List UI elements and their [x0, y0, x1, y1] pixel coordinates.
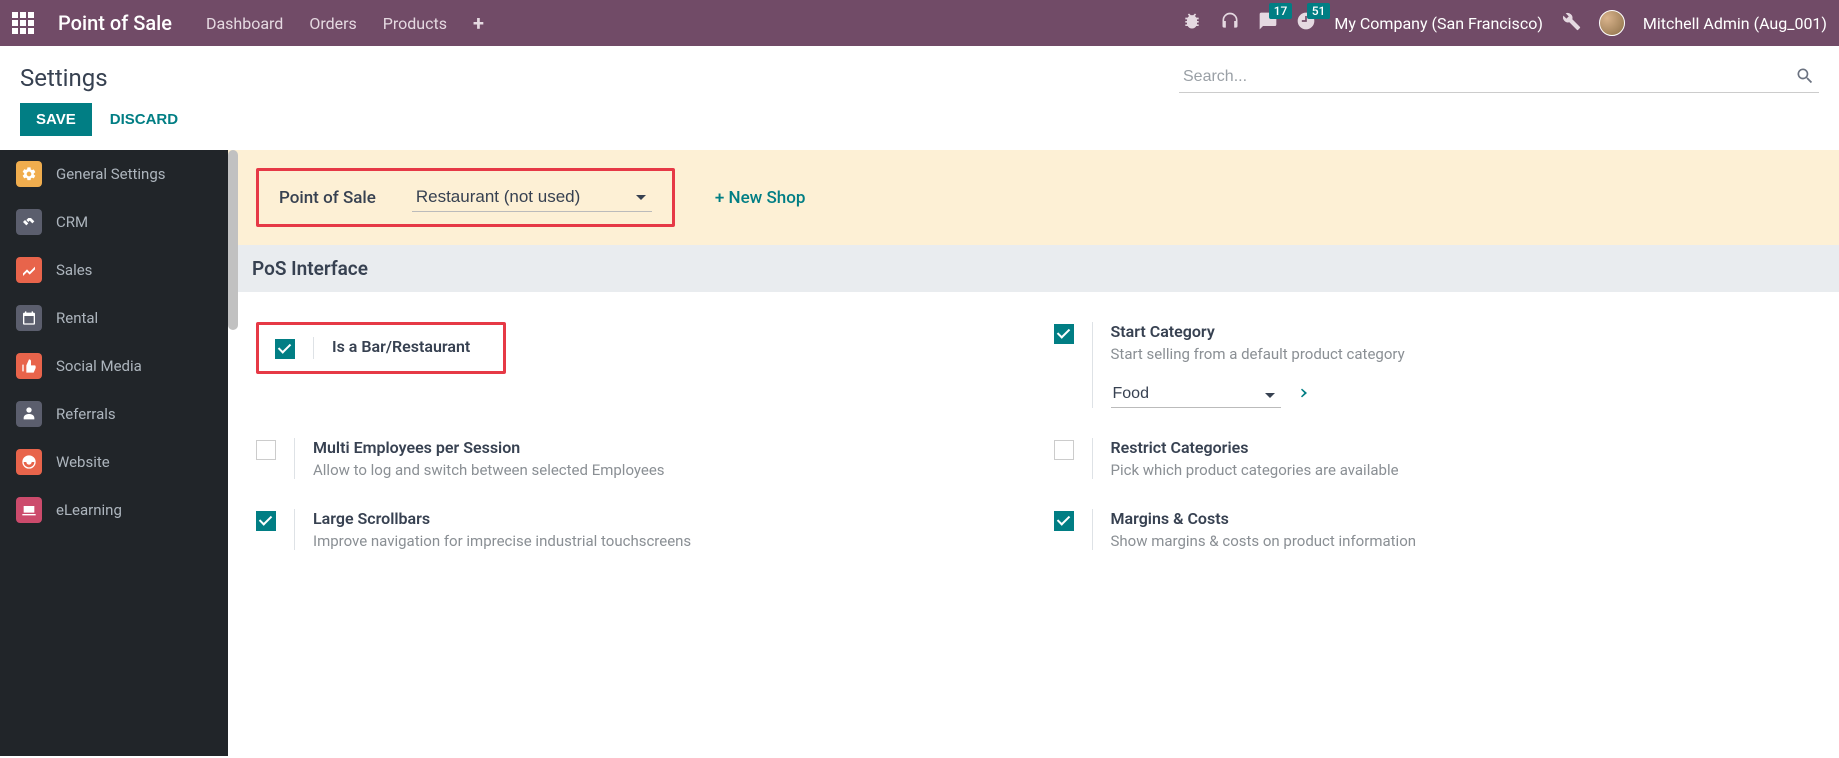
pos-selector-highlight: Point of Sale	[256, 168, 675, 227]
checkbox-margins-costs[interactable]	[1054, 511, 1074, 531]
action-buttons: SAVE DISCARD	[0, 103, 1839, 150]
divider	[294, 509, 295, 550]
divider	[1092, 322, 1093, 408]
sidebar-item-label: Referrals	[56, 405, 116, 423]
pos-label: Point of Sale	[279, 188, 376, 208]
start-category-dropdown[interactable]	[1111, 381, 1281, 408]
settings-sidebar: General Settings CRM Sales Rental Social…	[0, 150, 228, 756]
tools-icon[interactable]	[1561, 11, 1581, 35]
setting-title: Margins & Costs	[1111, 509, 1812, 528]
calendar-icon	[16, 305, 42, 331]
sidebar-item-rental[interactable]: Rental	[0, 294, 228, 342]
setting-restrict-categories: Restrict Categories Pick which product c…	[1054, 438, 1812, 479]
section-header: PoS Interface	[228, 245, 1839, 292]
main: General Settings CRM Sales Rental Social…	[0, 150, 1839, 756]
setting-margins-costs: Margins & Costs Show margins & costs on …	[1054, 509, 1812, 550]
user-avatar[interactable]	[1599, 10, 1625, 36]
pos-header: Point of Sale + New Shop	[228, 150, 1839, 245]
page-title: Settings	[20, 64, 108, 92]
topnav-left: Point of Sale Dashboard Orders Products …	[12, 11, 484, 35]
search-wrap	[1179, 62, 1819, 93]
handshake-icon	[16, 209, 42, 235]
setting-large-scrollbars: Large Scrollbars Improve navigation for …	[256, 509, 1014, 550]
setting-bar-restaurant: Is a Bar/Restaurant	[256, 322, 506, 374]
chart-icon	[16, 257, 42, 283]
checkbox-large-scrollbars[interactable]	[256, 511, 276, 531]
checkbox-start-category[interactable]	[1054, 324, 1074, 344]
activities-icon[interactable]: 51	[1296, 11, 1316, 35]
setting-title: Restrict Categories	[1111, 438, 1812, 457]
checkbox-restrict-categories[interactable]	[1054, 440, 1074, 460]
search-icon[interactable]	[1795, 66, 1815, 90]
setting-start-category: Start Category Start selling from a defa…	[1054, 322, 1812, 408]
scrollbar-thumb[interactable]	[228, 150, 238, 330]
bug-icon[interactable]	[1182, 11, 1202, 35]
people-icon	[16, 401, 42, 427]
nav-products[interactable]: Products	[383, 14, 447, 33]
search-input[interactable]	[1179, 62, 1819, 93]
setting-desc: Allow to log and switch between selected…	[313, 461, 1014, 479]
checkbox-multi-employees[interactable]	[256, 440, 276, 460]
sidebar-item-crm[interactable]: CRM	[0, 198, 228, 246]
setting-title: Start Category	[1111, 322, 1812, 341]
external-link-icon[interactable]	[1293, 385, 1309, 405]
nav-links: Dashboard Orders Products +	[206, 11, 484, 35]
book-icon	[16, 497, 42, 523]
sidebar-item-referrals[interactable]: Referrals	[0, 390, 228, 438]
sidebar-item-label: eLearning	[56, 501, 122, 519]
save-button[interactable]: SAVE	[20, 103, 92, 136]
support-icon[interactable]	[1220, 11, 1240, 35]
setting-title: Is a Bar/Restaurant	[332, 337, 487, 356]
discard-button[interactable]: DISCARD	[110, 111, 178, 128]
divider	[1092, 509, 1093, 550]
sidebar-item-label: General Settings	[56, 165, 166, 183]
sidebar-item-social[interactable]: Social Media	[0, 342, 228, 390]
setting-desc: Improve navigation for imprecise industr…	[313, 532, 1014, 550]
divider	[294, 438, 295, 479]
company-selector[interactable]: My Company (San Francisco)	[1334, 14, 1543, 33]
setting-multi-employees: Multi Employees per Session Allow to log…	[256, 438, 1014, 479]
sidebar-item-label: Sales	[56, 261, 92, 279]
username[interactable]: Mitchell Admin (Aug_001)	[1643, 14, 1827, 33]
sidebar-item-label: Rental	[56, 309, 98, 327]
globe-icon	[16, 449, 42, 475]
app-title[interactable]: Point of Sale	[58, 11, 172, 35]
settings-grid: Is a Bar/Restaurant Start Category Start…	[228, 292, 1839, 580]
messages-badge: 17	[1269, 3, 1293, 19]
divider	[313, 337, 314, 359]
sidebar-item-sales[interactable]: Sales	[0, 246, 228, 294]
apps-icon[interactable]	[12, 12, 34, 34]
sidebar-item-elearning[interactable]: eLearning	[0, 486, 228, 534]
setting-desc: Pick which product categories are availa…	[1111, 461, 1812, 479]
setting-desc: Start selling from a default product cat…	[1111, 345, 1812, 363]
sidebar-item-label: Website	[56, 453, 110, 471]
divider	[1092, 438, 1093, 479]
settings-content: Point of Sale + New Shop PoS Interface I…	[228, 150, 1839, 756]
setting-title: Multi Employees per Session	[313, 438, 1014, 457]
pos-dropdown[interactable]	[412, 183, 652, 212]
top-navbar: Point of Sale Dashboard Orders Products …	[0, 0, 1839, 46]
sidebar-item-label: CRM	[56, 213, 88, 231]
gear-icon	[16, 161, 42, 187]
setting-desc: Show margins & costs on product informat…	[1111, 532, 1812, 550]
topnav-right: 17 51 My Company (San Francisco) Mitchel…	[1182, 10, 1827, 36]
sidebar-item-general[interactable]: General Settings	[0, 150, 228, 198]
checkbox-bar-restaurant[interactable]	[275, 339, 295, 359]
activities-badge: 51	[1307, 3, 1331, 19]
sidebar-item-website[interactable]: Website	[0, 438, 228, 486]
setting-title: Large Scrollbars	[313, 509, 1014, 528]
sidebar-item-label: Social Media	[56, 357, 142, 375]
new-shop-link[interactable]: + New Shop	[715, 188, 806, 208]
thumb-icon	[16, 353, 42, 379]
control-bar: Settings	[0, 46, 1839, 103]
nav-dashboard[interactable]: Dashboard	[206, 14, 283, 33]
messages-icon[interactable]: 17	[1258, 11, 1278, 35]
nav-orders[interactable]: Orders	[309, 14, 356, 33]
nav-plus-icon[interactable]: +	[473, 11, 484, 35]
